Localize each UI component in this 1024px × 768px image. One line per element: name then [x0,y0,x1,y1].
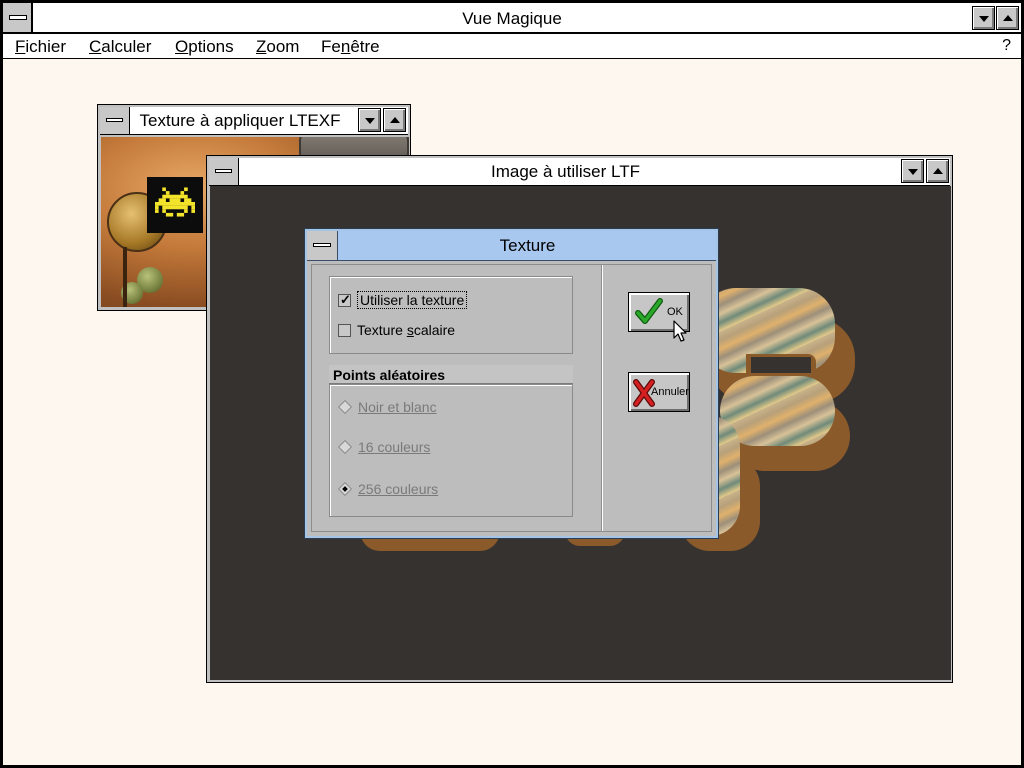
dialog-system-button[interactable] [307,231,338,260]
image-window-title-bar[interactable]: Image à utiliser LTF [209,158,950,186]
random-points-group: Noir et blanc 16 couleurs 256 couleurs [329,384,573,517]
pixel-invader-icon [147,177,203,233]
stand-illustration [123,247,127,307]
menu-calculer-post: alculer [101,37,152,56]
image-window-maximize-button[interactable] [926,159,949,183]
menu-fenetre[interactable]: Fenêtre [321,37,380,57]
menu-zoom-post: oom [266,37,300,56]
image-window-title: Image à utiliser LTF [491,162,640,181]
texture-window-title-bar[interactable]: Texture à appliquer LTEXF [100,107,408,135]
minimize-icon [908,169,918,175]
texture-window-maximize-button[interactable] [383,108,406,132]
radio-256-couleurs[interactable]: 256 couleurs [337,481,439,497]
radio-16-couleurs[interactable]: 16 couleurs [337,439,431,455]
texture-window-minimize-button[interactable] [358,108,381,132]
texture-dialog[interactable]: Texture ✓ Utiliser la texture Texture sca… [305,229,718,538]
menu-fenetre-pre: Fe [321,37,341,56]
scalar-texture-checkbox[interactable]: Texture scalaire [338,322,455,338]
menu-fichier-key: F [15,37,26,56]
menu-fichier[interactable]: Fichier [15,37,66,57]
maximize-icon [933,168,943,174]
maximize-icon [390,117,400,123]
letter-shape-notch [751,357,811,373]
app-title-bar: Vue Magique [3,3,1021,34]
dialog-title: Texture [499,236,556,255]
maximize-icon [1003,15,1013,21]
menu-options[interactable]: Options [175,37,234,57]
menu-options-post: ptions [188,37,234,56]
texture-options-group: ✓ Utiliser la texture Texture scalaire [329,276,573,354]
radio-button[interactable] [337,481,353,497]
radio-label: 16 couleurs [358,439,431,455]
menu-fenetre-post: être [350,37,380,56]
menu-fenetre-key: n [340,37,351,56]
radio-label: 256 couleurs [358,481,439,497]
maximize-button[interactable] [996,6,1019,30]
scalar-texture-label-key: s [406,322,414,338]
checkmark-icon: ✓ [340,292,351,307]
radio-button[interactable] [337,439,353,455]
image-window-system-button[interactable] [209,158,239,185]
dialog-title-bar[interactable]: Texture [307,231,716,261]
green-checkmark-icon [635,298,663,324]
system-menu-icon [215,169,232,173]
texture-window-system-button[interactable] [100,107,130,134]
system-menu-icon [313,243,331,247]
menu-zoom-key: Z [256,37,267,56]
texture-window-title: Texture à appliquer LTEXF [139,111,341,130]
minimize-icon [365,118,375,124]
use-texture-label: Utiliser la texture [357,291,468,309]
use-texture-checkbox[interactable]: ✓ Utiliser la texture [338,291,468,309]
dialog-separator [601,265,603,531]
mouse-cursor-icon [673,320,687,342]
menu-calculer-key: C [89,37,102,56]
menu-options-key: O [175,37,189,56]
menu-bar: Fichier Calculer Options Zoom Fenêtre ? [3,34,1021,59]
menu-help[interactable]: ? [1002,37,1011,55]
checkbox-box[interactable]: ✓ [338,292,351,307]
random-points-title: Points aléatoires [329,365,573,384]
radio-button[interactable] [337,399,353,415]
ok-label: OK [667,306,683,318]
cancel-button[interactable]: Annuler [628,372,690,412]
menu-fichier-post: ichier [25,37,67,56]
minimize-icon [979,16,989,22]
scalar-texture-label-pre: Texture [357,322,407,338]
cancel-label: Annuler [651,386,689,398]
radio-noir-et-blanc[interactable]: Noir et blanc [337,399,437,415]
image-window-minimize-button[interactable] [901,159,924,183]
menu-calculer[interactable]: Calculer [89,37,151,57]
menu-zoom[interactable]: Zoom [256,37,299,57]
minimize-button[interactable] [972,6,995,30]
scalar-texture-label-post: calaire [413,322,456,338]
radio-label: Noir et blanc [358,399,437,415]
app-title: Vue Magique [462,9,562,28]
system-menu-icon [106,118,123,122]
checkbox-box[interactable] [338,324,351,337]
dialog-body: ✓ Utiliser la texture Texture scalaire Po… [311,264,712,532]
